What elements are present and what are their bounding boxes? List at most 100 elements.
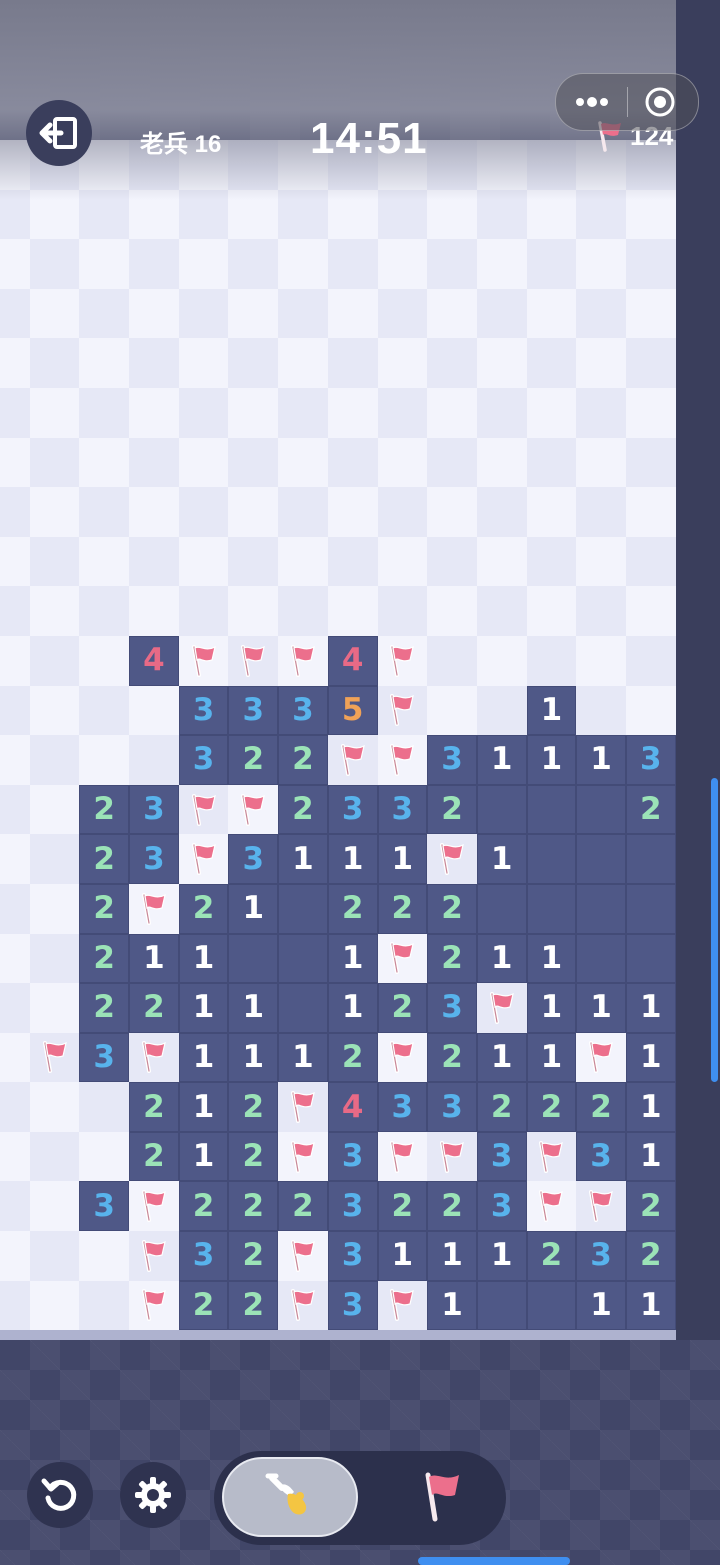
hidden-cell[interactable] bbox=[79, 635, 130, 686]
number-cell[interactable]: 3 bbox=[377, 784, 428, 835]
hidden-cell[interactable] bbox=[427, 387, 477, 438]
opened-cell[interactable] bbox=[526, 784, 577, 835]
hidden-cell[interactable] bbox=[79, 586, 130, 636]
flagged-cell[interactable] bbox=[278, 1280, 328, 1331]
hidden-cell[interactable] bbox=[0, 239, 30, 289]
number-cell[interactable]: 1 bbox=[327, 834, 378, 884]
hidden-cell[interactable] bbox=[29, 784, 80, 835]
hidden-cell[interactable] bbox=[576, 437, 626, 488]
number-cell[interactable]: 1 bbox=[476, 933, 527, 984]
number-cell[interactable]: 1 bbox=[476, 1231, 527, 1281]
hidden-cell[interactable] bbox=[476, 437, 527, 488]
flagged-cell[interactable] bbox=[178, 635, 229, 686]
number-cell[interactable]: 2 bbox=[79, 834, 130, 884]
hidden-cell[interactable] bbox=[526, 387, 577, 438]
flagged-cell[interactable] bbox=[377, 1032, 428, 1083]
hidden-cell[interactable] bbox=[0, 1131, 30, 1182]
hidden-cell[interactable] bbox=[79, 487, 130, 537]
hidden-cell[interactable] bbox=[576, 586, 626, 636]
number-cell[interactable]: 2 bbox=[228, 1231, 279, 1281]
number-cell[interactable]: 1 bbox=[476, 735, 527, 785]
flagged-cell[interactable] bbox=[476, 983, 527, 1033]
hidden-cell[interactable] bbox=[129, 239, 179, 289]
number-cell[interactable]: 1 bbox=[178, 1082, 229, 1132]
hidden-cell[interactable] bbox=[625, 387, 676, 438]
number-cell[interactable]: 2 bbox=[228, 1131, 279, 1182]
number-cell[interactable]: 1 bbox=[625, 983, 676, 1033]
hidden-cell[interactable] bbox=[29, 586, 80, 636]
hidden-cell[interactable] bbox=[625, 288, 676, 339]
hidden-cell[interactable] bbox=[327, 338, 378, 388]
number-cell[interactable]: 5 bbox=[327, 685, 378, 736]
number-cell[interactable]: 1 bbox=[278, 1032, 328, 1083]
opened-cell[interactable] bbox=[625, 933, 676, 984]
hidden-cell[interactable] bbox=[0, 784, 30, 835]
more-dots-icon[interactable] bbox=[574, 92, 610, 112]
number-cell[interactable]: 2 bbox=[526, 1082, 577, 1132]
hidden-cell[interactable] bbox=[79, 239, 130, 289]
hidden-cell[interactable] bbox=[278, 338, 328, 388]
number-cell[interactable]: 2 bbox=[377, 983, 428, 1033]
hidden-cell[interactable] bbox=[0, 834, 30, 884]
mode-toggle[interactable] bbox=[214, 1451, 506, 1545]
opened-cell[interactable] bbox=[476, 883, 527, 934]
hidden-cell[interactable] bbox=[79, 536, 130, 587]
hidden-cell[interactable] bbox=[576, 288, 626, 339]
hidden-cell[interactable] bbox=[625, 239, 676, 289]
flagged-cell[interactable] bbox=[377, 635, 428, 686]
number-cell[interactable]: 2 bbox=[476, 1082, 527, 1132]
hidden-cell[interactable] bbox=[29, 685, 80, 736]
hidden-cell[interactable] bbox=[576, 387, 626, 438]
flagged-cell[interactable] bbox=[29, 1032, 80, 1083]
number-cell[interactable]: 1 bbox=[625, 1082, 676, 1132]
flagged-cell[interactable] bbox=[278, 1231, 328, 1281]
hidden-cell[interactable] bbox=[228, 487, 279, 537]
flagged-cell[interactable] bbox=[129, 883, 179, 934]
hidden-cell[interactable] bbox=[178, 338, 229, 388]
hidden-cell[interactable] bbox=[476, 635, 527, 686]
hidden-cell[interactable] bbox=[377, 536, 428, 587]
number-cell[interactable]: 1 bbox=[576, 735, 626, 785]
hidden-cell[interactable] bbox=[29, 635, 80, 686]
number-cell[interactable]: 3 bbox=[427, 983, 477, 1033]
hidden-cell[interactable] bbox=[427, 536, 477, 587]
hidden-cell[interactable] bbox=[476, 586, 527, 636]
hidden-cell[interactable] bbox=[79, 288, 130, 339]
scrollbar[interactable] bbox=[711, 778, 718, 1082]
hidden-cell[interactable] bbox=[228, 338, 279, 388]
number-cell[interactable]: 1 bbox=[228, 983, 279, 1033]
exit-button[interactable] bbox=[26, 100, 92, 166]
flagged-cell[interactable] bbox=[129, 1181, 179, 1232]
number-cell[interactable]: 2 bbox=[228, 1082, 279, 1132]
flagged-cell[interactable] bbox=[526, 1131, 577, 1182]
hidden-cell[interactable] bbox=[476, 288, 527, 339]
number-cell[interactable]: 2 bbox=[427, 1181, 477, 1232]
number-cell[interactable]: 1 bbox=[476, 834, 527, 884]
flagged-cell[interactable] bbox=[526, 1181, 577, 1232]
number-cell[interactable]: 2 bbox=[625, 1231, 676, 1281]
hidden-cell[interactable] bbox=[29, 983, 80, 1033]
hidden-cell[interactable] bbox=[178, 387, 229, 438]
number-cell[interactable]: 3 bbox=[377, 1082, 428, 1132]
hidden-cell[interactable] bbox=[625, 586, 676, 636]
hidden-cell[interactable] bbox=[427, 635, 477, 686]
hidden-cell[interactable] bbox=[476, 685, 527, 736]
hidden-cell[interactable] bbox=[228, 387, 279, 438]
hidden-cell[interactable] bbox=[327, 487, 378, 537]
number-cell[interactable]: 1 bbox=[228, 883, 279, 934]
number-cell[interactable]: 2 bbox=[79, 983, 130, 1033]
number-cell[interactable]: 4 bbox=[327, 1082, 378, 1132]
number-cell[interactable]: 3 bbox=[327, 1280, 378, 1331]
hidden-cell[interactable] bbox=[129, 288, 179, 339]
hidden-cell[interactable] bbox=[377, 239, 428, 289]
hidden-cell[interactable] bbox=[0, 387, 30, 438]
number-cell[interactable]: 2 bbox=[228, 1280, 279, 1331]
hidden-cell[interactable] bbox=[29, 338, 80, 388]
hidden-cell[interactable] bbox=[278, 586, 328, 636]
number-cell[interactable]: 3 bbox=[327, 784, 378, 835]
hidden-cell[interactable] bbox=[0, 685, 30, 736]
hidden-cell[interactable] bbox=[327, 536, 378, 587]
number-cell[interactable]: 3 bbox=[576, 1231, 626, 1281]
hidden-cell[interactable] bbox=[129, 338, 179, 388]
number-cell[interactable]: 3 bbox=[129, 834, 179, 884]
